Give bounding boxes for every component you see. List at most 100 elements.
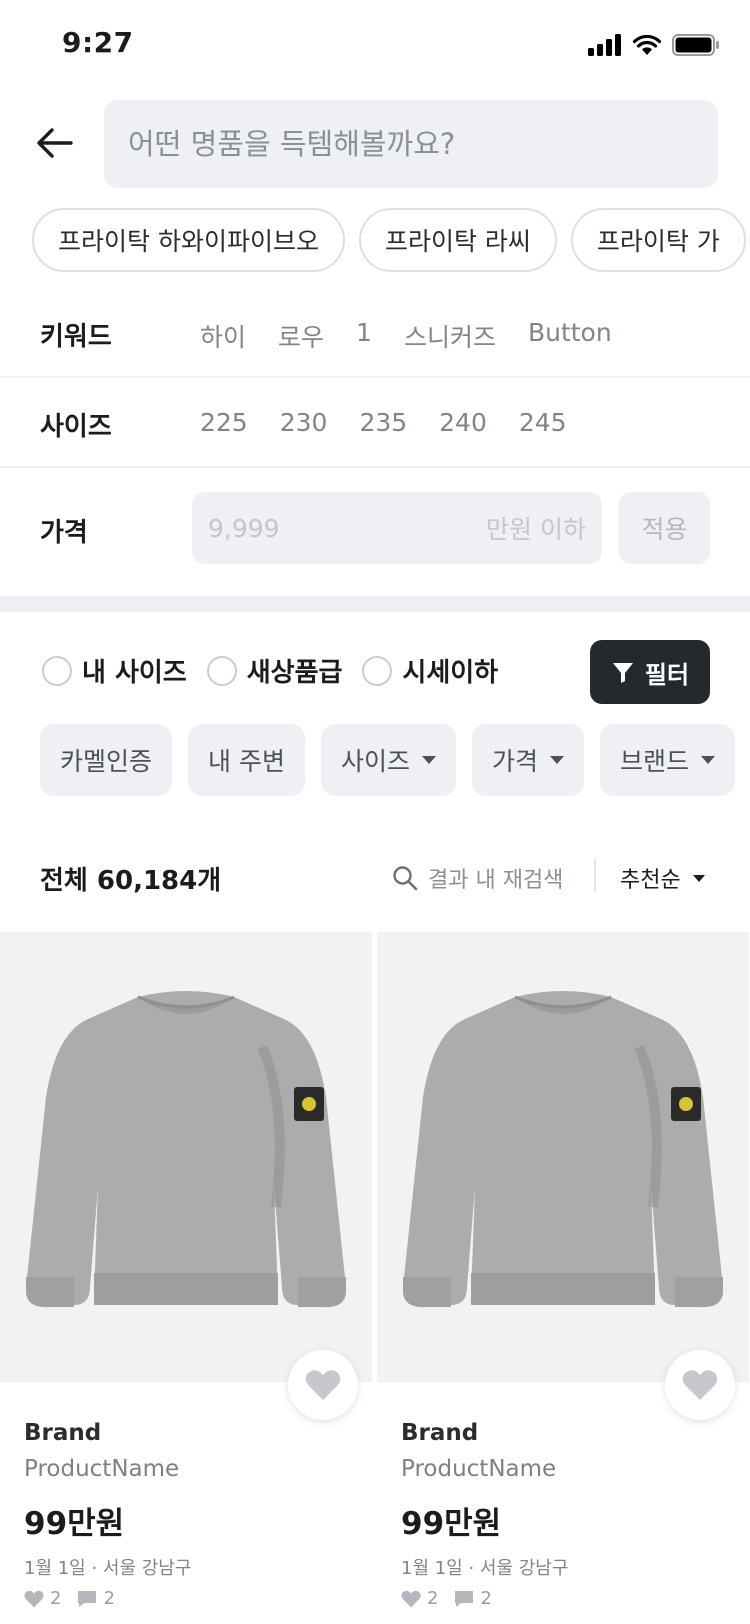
tag-chip-label: 가격: [491, 747, 538, 776]
product-image: [0, 932, 372, 1382]
product-brand: Brand: [401, 1420, 479, 1446]
radio-label: 새상품급: [246, 658, 343, 688]
wifi-icon: [632, 34, 662, 55]
divider: [0, 376, 750, 378]
caret-down-icon: [550, 756, 564, 764]
filter-icon: [612, 663, 633, 683]
radio-my-size[interactable]: 내 사이즈: [42, 652, 187, 689]
caret-down-icon: [421, 756, 436, 764]
product-stats: 2 2: [401, 1588, 492, 1609]
likes-count: 2: [427, 1588, 439, 1609]
result-count: 전체 60,184개: [40, 866, 222, 896]
keyword-option[interactable]: Button: [528, 318, 612, 354]
likes-stat: 2: [24, 1588, 61, 1609]
tag-chip-label: 카멜인증: [60, 747, 153, 776]
research-button[interactable]: 결과 내 재검색: [392, 862, 563, 894]
tag-chip-label: 사이즈: [340, 747, 410, 776]
section-separator: [0, 596, 750, 612]
heart-icon: [401, 1590, 421, 1607]
search-icon: [393, 866, 418, 891]
sweatshirt-image: [403, 991, 723, 1308]
comments-count: 2: [103, 1588, 115, 1609]
comments-count: 2: [480, 1588, 492, 1609]
like-button[interactable]: [288, 1350, 358, 1420]
apply-button[interactable]: 적용: [619, 492, 710, 564]
sort-label: 추천순: [620, 868, 681, 893]
vertical-divider: [594, 858, 596, 892]
status-time: 9:27: [62, 26, 134, 59]
likes-stat: 2: [401, 1588, 438, 1609]
price-input-placeholder: 9,999: [208, 513, 280, 543]
comment-icon: [455, 1590, 474, 1607]
sweatshirt-image: [26, 991, 346, 1308]
radio-circle: [362, 655, 393, 686]
back-button[interactable]: [30, 118, 80, 168]
suggestion-chip[interactable]: 프라이탁 하와이파이브오: [32, 208, 345, 272]
product-price: 99만원: [24, 1506, 125, 1542]
keyword-values: 하이 로우 1 스니커즈 Button: [200, 318, 612, 354]
tag-chip-camel-verified[interactable]: 카멜인증: [40, 724, 173, 796]
product-image: [377, 932, 749, 1382]
keyword-option[interactable]: 스니커즈: [404, 318, 496, 354]
product-stats: 2 2: [24, 1588, 115, 1609]
tag-chip-size[interactable]: 사이즈: [320, 724, 456, 796]
keyword-label: 키워드: [40, 322, 112, 352]
status-icons: [588, 34, 720, 56]
caret-down-icon: [701, 756, 716, 764]
heart-icon: [305, 1370, 341, 1400]
product-price: 99만원: [401, 1506, 502, 1542]
product-card[interactable]: Brand ProductName 99만원 1월 1일 · 서울 강남구 2 …: [0, 932, 372, 1624]
product-name: ProductName: [401, 1456, 557, 1482]
size-option[interactable]: 235: [359, 408, 407, 437]
filter-button[interactable]: 필터: [590, 640, 710, 704]
tag-chip-nearby[interactable]: 내 주변: [188, 724, 305, 796]
radio-like-new[interactable]: 새상품급: [206, 652, 343, 689]
likes-count: 2: [50, 1588, 62, 1609]
like-button[interactable]: [665, 1350, 735, 1420]
size-option[interactable]: 230: [280, 408, 328, 437]
filter-button-label: 필터: [644, 660, 690, 689]
product-card[interactable]: Brand ProductName 99만원 1월 1일 · 서울 강남구 2 …: [377, 932, 749, 1624]
size-values: 225 230 235 240 245: [200, 408, 567, 437]
tag-chips: 카멜인증 내 주변 사이즈 가격 브랜드: [40, 724, 736, 796]
heart-icon: [682, 1370, 718, 1400]
size-option[interactable]: 240: [439, 408, 487, 437]
radio-label: 시세이하: [402, 658, 499, 688]
sort-dropdown[interactable]: 추천순: [620, 862, 705, 894]
divider: [0, 466, 750, 468]
product-meta: 1월 1일 · 서울 강남구: [401, 1558, 569, 1579]
radio-below-market[interactable]: 시세이하: [362, 652, 498, 689]
search-input[interactable]: [128, 127, 718, 161]
suggestion-chips: 프라이탁 하와이파이브오 프라이탁 라씨 프라이탁 가: [32, 208, 746, 272]
product-name: ProductName: [24, 1456, 180, 1482]
price-input[interactable]: 9,999 만원 이하: [192, 492, 602, 564]
size-option[interactable]: 245: [519, 408, 567, 437]
arrow-left-icon: [37, 128, 73, 158]
cellular-signal-icon: [588, 34, 621, 56]
keyword-option[interactable]: 로우: [278, 318, 324, 354]
comments-stat: 2: [77, 1588, 115, 1609]
comment-icon: [78, 1590, 97, 1607]
search-box[interactable]: [104, 100, 718, 188]
keyword-option[interactable]: 하이: [200, 318, 246, 354]
tag-chip-brand[interactable]: 브랜드: [600, 724, 736, 796]
tag-chip-label: 브랜드: [620, 747, 690, 776]
product-meta: 1월 1일 · 서울 강남구: [24, 1558, 192, 1579]
keyword-option[interactable]: 1: [356, 318, 372, 354]
radio-label: 내 사이즈: [82, 658, 187, 688]
radio-circle: [42, 655, 72, 686]
status-bar: 9:27: [0, 0, 750, 92]
suggestion-chip[interactable]: 프라이탁 라씨: [358, 208, 557, 272]
product-brand: Brand: [24, 1420, 102, 1446]
tag-chip-price[interactable]: 가격: [471, 724, 584, 796]
radio-circle: [206, 655, 237, 686]
heart-icon: [24, 1590, 44, 1607]
comments-stat: 2: [454, 1588, 492, 1609]
suggestion-chip[interactable]: 프라이탁 가: [570, 208, 746, 272]
radio-filters: 내 사이즈 새상품급 시세이하: [42, 652, 498, 689]
size-label: 사이즈: [40, 412, 112, 442]
size-option[interactable]: 225: [200, 408, 248, 437]
battery-icon: [672, 34, 719, 56]
research-label: 결과 내 재검색: [428, 868, 564, 893]
price-label: 가격: [40, 518, 88, 548]
